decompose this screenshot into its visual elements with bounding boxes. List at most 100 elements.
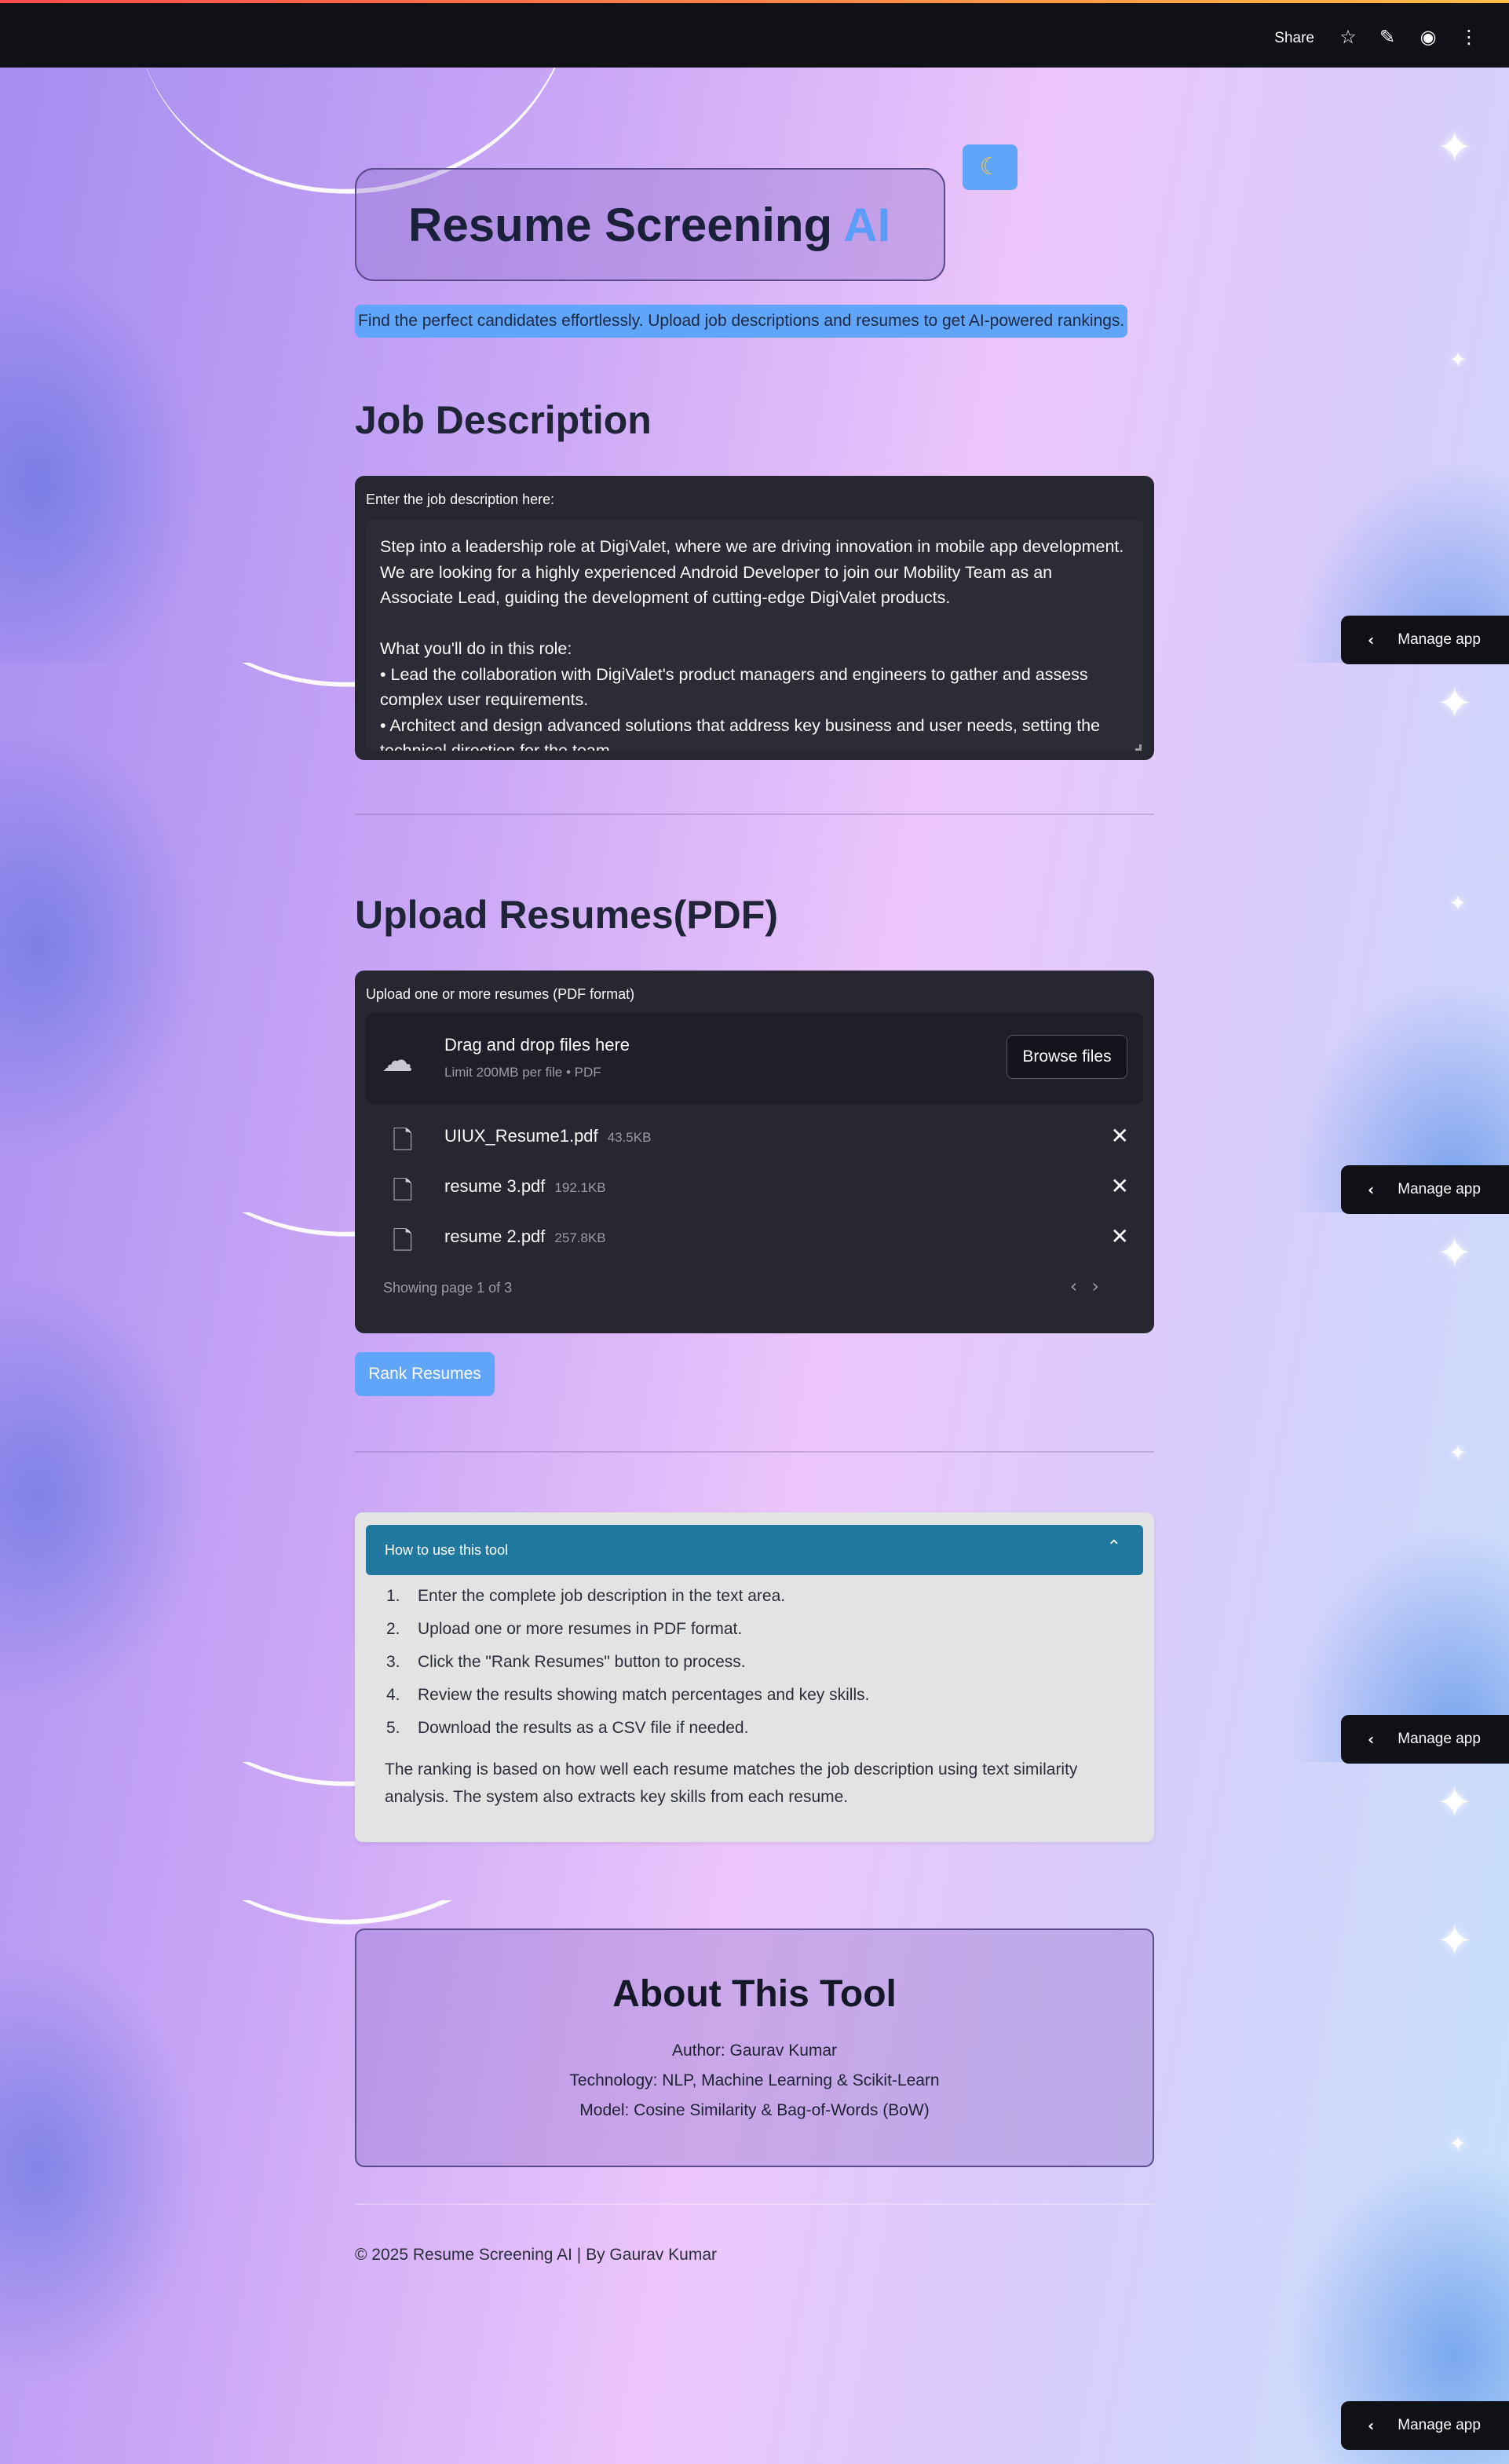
step-number: 1. [386,1587,400,1605]
share-button[interactable]: Share [1274,30,1314,47]
sparkle-icon: ✦ [1449,1442,1467,1465]
dropzone-title: Drag and drop files here [444,1035,630,1055]
file-name-text: UIUX_Resume1.pdf [444,1126,598,1146]
sparkle-icon: ✦ [1437,678,1473,728]
decorative-blob [0,1275,204,1715]
upload-label: Upload one or more resumes (PDF format) [366,986,635,1002]
step-text: Click the "Rank Resumes" button to proce… [418,1653,746,1671]
upload-card: Upload one or more resumes (PDF format) … [355,971,1154,1333]
list-item: 1. Enter the complete job description in … [386,1580,869,1613]
uploaded-file-row: 🗋 UIUX_Resume1.pdf 43.5KB ✕ [366,1112,1143,1162]
section-divider [355,813,1154,815]
upload-cloud-icon: ☁ [382,1043,413,1079]
how-to-expander: How to use this tool ⌃ 1. Enter the compl… [355,1512,1154,1842]
file-name-text: resume 2.pdf [444,1227,546,1246]
resize-handle-icon[interactable] [1135,744,1142,751]
sparkle-icon: ✦ [1437,1916,1473,1965]
manage-app-button[interactable]: ‹ Manage app [1341,1165,1509,1214]
step-text: Review the results showing match percent… [418,1686,870,1704]
file-icon: 🗋 [393,1125,413,1155]
step-text: Upload one or more resumes in PDF format… [418,1620,743,1638]
dropzone-hint: Limit 200MB per file • PDF [444,1065,601,1080]
how-to-expander-header[interactable]: How to use this tool ⌃ [366,1525,1143,1575]
page-title-accent: AI [843,198,891,251]
pagination-status: Showing page 1 of 3 [383,1280,513,1296]
step-text: Download the results as a CSV file if ne… [418,1719,749,1737]
step-text: Enter the complete job description in th… [418,1587,786,1605]
step-number: 5. [386,1719,400,1737]
section-divider [355,2203,1154,2205]
file-icon: 🗋 [393,1226,413,1256]
about-technology: Technology: NLP, Machine Learning & Scik… [569,2071,940,2089]
job-description-label: Enter the job description here: [366,492,555,507]
manage-app-button[interactable]: ‹ Manage app [1341,2401,1509,2450]
step-number: 4. [386,1686,400,1704]
remove-file-icon[interactable]: ✕ [1111,1123,1129,1149]
chevron-left-icon[interactable]: ‹ [1070,1275,1092,1297]
file-name: UIUX_Resume1.pdf 43.5KB [444,1126,651,1146]
section-divider [355,1451,1154,1453]
file-name: resume 2.pdf 257.8KB [444,1227,606,1247]
page-subtitle: Find the perfect candidates effortlessly… [355,305,1128,338]
sparkle-icon: ✦ [1437,122,1473,172]
page-title-main: Resume Screening [408,198,833,251]
chevron-left-icon: ‹ [1368,1730,1375,1749]
about-heading: About This Tool [612,1973,897,2015]
how-to-title: How to use this tool [385,1542,509,1558]
sparkle-icon: ✦ [1437,1778,1473,1827]
file-dropzone[interactable]: ☁ Drag and drop files here Limit 200MB p… [366,1013,1143,1104]
footer-text: © 2025 Resume Screening AI | By Gaurav K… [355,2246,717,2264]
more-vertical-icon[interactable]: ⋮ [1457,25,1481,49]
decorative-blob [0,726,204,1165]
chevron-left-icon: ‹ [1368,1180,1375,1199]
page-title: Resume Screening AI [408,198,890,252]
uploaded-file-row: 🗋 resume 3.pdf 192.1KB ✕ [366,1162,1143,1212]
github-icon[interactable]: ◉ [1416,25,1440,49]
manage-app-label: Manage app [1398,1181,1481,1197]
file-name-text: resume 3.pdf [444,1176,546,1196]
decorative-blob [0,1947,204,2387]
list-item: 2. Upload one or more resumes in PDF form… [386,1613,869,1646]
how-to-note: The ranking is based on how well each re… [385,1760,1078,1806]
pencil-icon[interactable]: ✎ [1376,25,1399,49]
browse-files-button[interactable]: Browse files [1007,1035,1127,1079]
remove-file-icon[interactable]: ✕ [1111,1223,1129,1249]
uploaded-file-row: 🗋 resume 2.pdf 257.8KB ✕ [366,1212,1143,1263]
chevron-up-icon: ⌃ [1106,1537,1121,1557]
list-item: 4. Review the results showing match perce… [386,1679,869,1712]
toolbar-accent-stripe [0,0,1509,3]
manage-app-button[interactable]: ‹ Manage app [1341,616,1509,664]
chevron-right-icon[interactable]: › [1091,1275,1113,1297]
manage-app-label: Manage app [1398,2417,1481,2433]
step-number: 2. [386,1620,400,1638]
manage-app-label: Manage app [1398,631,1481,648]
job-description-textarea[interactable]: Step into a leadership role at DigiValet… [366,520,1143,751]
file-icon: 🗋 [393,1175,413,1205]
title-card: Resume Screening AI [355,168,945,281]
app-toolbar: Share ☆ ✎ ◉ ⋮ [0,0,1509,68]
sparkle-icon: ✦ [1449,2133,1467,2156]
job-description-heading: Job Description [355,398,652,442]
file-size: 43.5KB [607,1130,652,1145]
file-size: 257.8KB [554,1230,606,1245]
sparkle-icon: ✦ [1449,349,1467,372]
step-number: 3. [386,1653,400,1671]
remove-file-icon[interactable]: ✕ [1111,1173,1129,1199]
about-author: Author: Gaurav Kumar [671,2042,838,2060]
rank-resumes-button[interactable]: Rank Resumes [355,1352,495,1396]
job-description-card: Enter the job description here: Step int… [355,476,1154,760]
sparkle-icon: ✦ [1437,1228,1473,1278]
chevron-left-icon: ‹ [1368,2416,1375,2435]
upload-resumes-heading: Upload Resumes(PDF) [355,893,778,937]
moon-icon[interactable]: ☾ [963,144,1018,190]
file-size: 192.1KB [554,1180,606,1195]
list-item: 5. Download the results as a CSV file if … [386,1712,869,1745]
decorative-blob [0,264,204,663]
file-name: resume 3.pdf 192.1KB [444,1176,606,1197]
about-card: About This Tool Author: Gaurav Kumar Tec… [355,1928,1154,2167]
chevron-left-icon: ‹ [1368,631,1375,649]
manage-app-button[interactable]: ‹ Manage app [1341,1715,1509,1764]
list-item: 3. Click the "Rank Resumes" button to pro… [386,1646,869,1679]
star-icon[interactable]: ☆ [1336,25,1360,49]
sparkle-icon: ✦ [1449,892,1467,916]
